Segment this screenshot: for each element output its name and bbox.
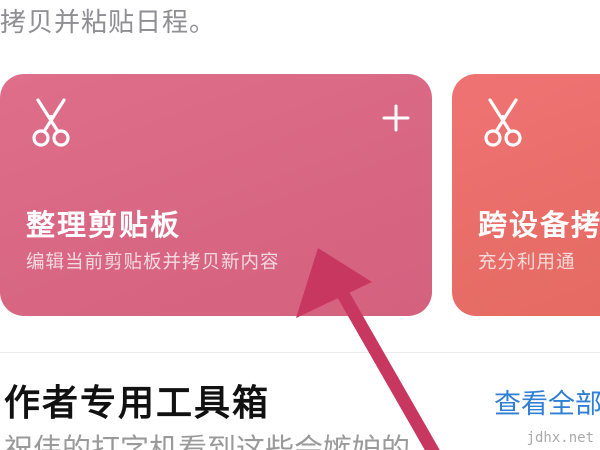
section-title: 作者专用工具箱 — [4, 383, 271, 424]
plus-icon[interactable] — [382, 104, 410, 132]
card-subtitle: 充分利用通 — [478, 252, 576, 273]
shortcut-card-cross-device[interactable]: 跨设备拷 充分利用通 — [452, 74, 600, 316]
see-all-link[interactable]: 查看全部 — [494, 382, 600, 421]
shortcuts-gallery-page: 拷贝并粘贴日程。 整理剪贴板 编辑当前剪贴板并拷贝新内容 跨设备拷 充分利用通 … — [0, 0, 600, 450]
watermark: jdhx.net — [526, 430, 594, 446]
card-title: 整理剪贴板 — [26, 208, 182, 242]
card-title: 跨设备拷 — [478, 208, 600, 242]
scissors-icon — [484, 98, 522, 147]
shortcut-card-clipboard[interactable]: 整理剪贴板 编辑当前剪贴板并拷贝新内容 — [0, 74, 432, 316]
section-description: 祝伟的打字机看到这些会嫉妒的 — [4, 432, 411, 450]
previous-card-caption: 拷贝并粘贴日程。 — [0, 8, 217, 38]
card-subtitle: 编辑当前剪贴板并拷贝新内容 — [26, 252, 280, 273]
section-divider — [0, 352, 600, 353]
scissors-icon — [32, 98, 70, 147]
